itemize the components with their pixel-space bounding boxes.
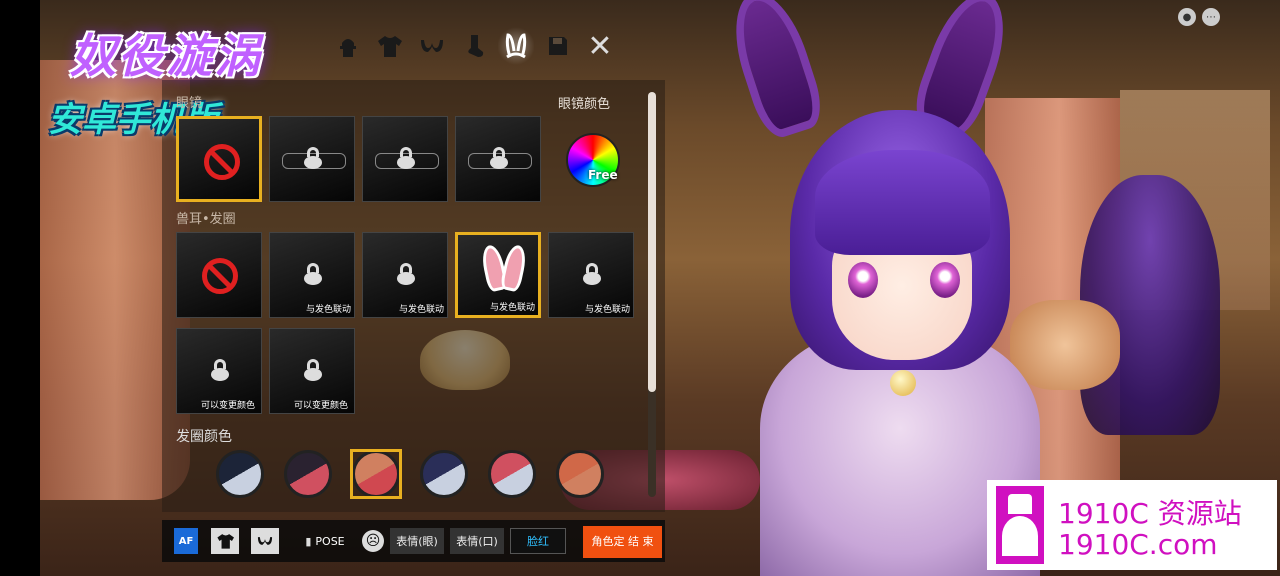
pose-button[interactable]: ▮ POSE — [298, 528, 352, 554]
lock-icon — [397, 263, 415, 285]
panel-scrollbar-thumb[interactable] — [648, 92, 656, 392]
ears-tile-selected[interactable]: 与发色联动 — [455, 232, 541, 318]
ears-label: 兽耳•发圈 — [176, 212, 236, 227]
tile-caption: 可以变更颜色 — [293, 401, 348, 411]
tile-caption: 与发色联动 — [584, 305, 630, 315]
ears-tile[interactable]: 可以变更颜色 — [176, 328, 262, 414]
watermark-logo-icon — [996, 486, 1044, 564]
glasses-color-label: 眼镜颜色 — [558, 97, 611, 112]
glasses-tile[interactable] — [455, 116, 541, 202]
collar-bell — [890, 370, 916, 396]
lock-icon — [490, 147, 508, 169]
hat-icon[interactable] — [330, 26, 366, 66]
person-icon: ▮ — [305, 534, 312, 548]
hair-color-swatch[interactable] — [420, 450, 468, 498]
bra-icon[interactable] — [414, 26, 450, 66]
clothes-toggle-icon[interactable] — [211, 528, 239, 554]
selected-swatch-frame — [350, 449, 402, 499]
ears-tile[interactable]: 可以变更颜色 — [269, 328, 355, 414]
glasses-tile[interactable] — [362, 116, 448, 202]
mirror-reflection — [1080, 175, 1220, 435]
finish-character-button[interactable]: 角色定 结 束 — [583, 526, 662, 558]
bunny-ears-icon — [478, 243, 529, 295]
free-label: Free — [588, 168, 618, 182]
character-bangs — [815, 150, 990, 255]
lock-icon — [304, 263, 322, 285]
ears-tile[interactable]: 与发色联动 — [362, 232, 448, 318]
bunny-ears-icon[interactable] — [498, 26, 534, 66]
game-logo-title: 奴役漩涡 — [70, 29, 262, 83]
tile-caption: 与发色联动 — [489, 303, 535, 313]
underwear-toggle-icon[interactable] — [251, 528, 279, 554]
ears-none-tile[interactable] — [176, 232, 262, 318]
face-icon[interactable]: ☹ — [362, 530, 384, 552]
af-button[interactable]: AF — [174, 528, 198, 554]
mirror-bow — [1010, 300, 1120, 390]
no-selection-icon — [204, 144, 240, 180]
more-icon[interactable]: ⋯ — [1202, 8, 1220, 26]
tile-caption: 可以变更颜色 — [200, 401, 255, 411]
sock-icon[interactable] — [456, 26, 492, 66]
blush-button[interactable]: 脸红 — [510, 528, 566, 554]
lock-icon — [583, 263, 601, 285]
glasses-label: 眼镜 — [176, 96, 203, 111]
character-eye-left — [848, 262, 878, 298]
hair-color-swatch[interactable] — [488, 450, 536, 498]
expression-eye-button[interactable]: 表情(眼) — [390, 528, 444, 554]
watermark-line2: 1910C.com — [1058, 528, 1218, 561]
tile-caption: 与发色联动 — [398, 305, 444, 315]
ears-tile[interactable]: 与发色联动 — [269, 232, 355, 318]
glasses-tile[interactable] — [269, 116, 355, 202]
ears-tile[interactable]: 与发色联动 — [548, 232, 634, 318]
character-eye-right — [930, 262, 960, 298]
bunny-ear-left — [721, 0, 829, 143]
hair-color-label: 发圈颜色 — [176, 429, 232, 445]
lock-icon — [304, 359, 322, 381]
hair-color-swatch[interactable] — [556, 450, 604, 498]
glasses-none-tile[interactable] — [176, 116, 262, 202]
lock-icon — [304, 147, 322, 169]
lock-icon — [211, 359, 229, 381]
category-toolbar: ✕ — [330, 20, 670, 72]
game-scene: 奴役漩涡 安卓手机版 ✕ 眼镜 眼镜颜色 Free 兽耳•发圈 与发色联动 与发… — [0, 0, 1280, 576]
close-icon[interactable]: ✕ — [582, 26, 618, 66]
save-icon[interactable] — [540, 26, 576, 66]
watermark-line1: 1910C 资源站 — [1058, 497, 1242, 530]
letterbox-left — [0, 0, 40, 576]
expression-mouth-button[interactable]: 表情(口) — [450, 528, 504, 554]
pose-label: POSE — [315, 534, 345, 548]
hair-color-swatch[interactable] — [284, 450, 332, 498]
lock-icon — [397, 147, 415, 169]
hair-color-swatch[interactable] — [216, 450, 264, 498]
no-selection-icon — [202, 258, 238, 294]
tile-caption: 与发色联动 — [305, 305, 351, 315]
camera-icon[interactable]: ● — [1178, 8, 1196, 26]
shirt-icon[interactable] — [372, 26, 408, 66]
